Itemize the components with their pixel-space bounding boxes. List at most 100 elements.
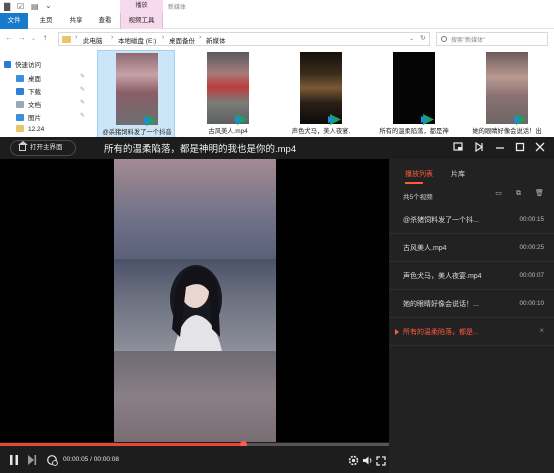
- back-arrow-icon[interactable]: ←: [5, 33, 13, 42]
- playlist-count: 共5个视频: [403, 194, 433, 201]
- playlist-item[interactable]: @杀猪饲料发了一个抖... 00:00:15: [389, 206, 554, 234]
- picture-icon: [16, 114, 24, 121]
- star-icon: [4, 61, 11, 68]
- search-icon: [441, 36, 447, 42]
- desktop-icon: [16, 75, 24, 82]
- playlist-item[interactable]: 她的眼睛好像会说话！... 00:00:10: [389, 290, 554, 318]
- properties-icon[interactable]: ☑: [17, 2, 24, 11]
- portrait-figure: [170, 265, 222, 351]
- playlist-item-name: 古风美人.mp4: [403, 245, 447, 252]
- tab-file[interactable]: 文件: [0, 13, 28, 29]
- playlist-item-current[interactable]: 所有的温柔陷落，都是... ×: [389, 318, 554, 346]
- breadcrumb-this-pc[interactable]: 此电脑: [83, 35, 103, 45]
- maximize-icon[interactable]: [515, 142, 525, 152]
- file-item[interactable]: 她的眼睛好像会说话！出: [468, 50, 546, 140]
- volume-icon[interactable]: [362, 455, 373, 466]
- playlist-item[interactable]: 古风美人.mp4 00:00:25: [389, 234, 554, 262]
- playlist-item-duration: 00:00:25: [519, 244, 544, 251]
- folder-icon: [62, 36, 71, 43]
- forward-arrow-icon[interactable]: →: [18, 33, 26, 42]
- fullscreen-icon[interactable]: [376, 456, 386, 466]
- playlist-item-name: @杀猪饲料发了一个抖...: [403, 217, 479, 224]
- file-item[interactable]: 古风美人.mp4: [189, 50, 267, 140]
- nav-folder-1224[interactable]: 12.24: [16, 125, 44, 133]
- playlist-item-name: 她的眼睛好像会说话！...: [403, 301, 479, 308]
- tab-video-tools[interactable]: 视频工具: [120, 13, 163, 29]
- media-player-icon: [328, 114, 341, 125]
- breadcrumb-desktop-backup[interactable]: 桌面备份: [169, 35, 195, 45]
- pin-icon[interactable]: ✎: [80, 99, 85, 106]
- file-name: 所有的温柔陷落，都是神: [379, 128, 449, 135]
- remove-item-icon[interactable]: ×: [539, 326, 544, 335]
- next-track-icon[interactable]: [27, 454, 37, 466]
- playlist-item[interactable]: 声色犬马，美人夜宴.mp4 00:00:07: [389, 262, 554, 290]
- folder-icon: ▇: [4, 2, 11, 11]
- video-title: 所有的温柔陷落，都是神明的我也是你的.mp4: [104, 144, 297, 155]
- media-player-icon: [235, 114, 248, 125]
- document-icon: [16, 101, 24, 108]
- video-frame: [114, 159, 276, 442]
- add-file-icon[interactable]: ⧉: [514, 189, 523, 198]
- pin-icon[interactable]: ✎: [80, 86, 85, 93]
- playlist-item-name: 所有的温柔陷落，都是...: [403, 329, 479, 336]
- ribbon: 文件 主页 共享 查看 视频工具: [0, 13, 554, 29]
- nav-pictures[interactable]: 图片: [16, 112, 41, 122]
- playlist-item-duration: 00:00:07: [519, 272, 544, 279]
- navigation-pane: 快速访问 桌面 ✎ 下载 ✎ 文档 ✎ 图片 ✎ 12.24: [0, 50, 94, 140]
- playlist-item-duration: 00:00:10: [519, 300, 544, 307]
- tab-home[interactable]: 主页: [32, 13, 60, 29]
- media-player-icon: [514, 114, 527, 125]
- address-bar[interactable]: › 此电脑 › 本地磁盘 (E:) › 桌面备份 › 新媒体 ⌄ ↻: [58, 32, 430, 46]
- breadcrumb-new-media[interactable]: 新媒体: [206, 35, 226, 45]
- media-player-icon: [144, 115, 157, 126]
- nav-downloads[interactable]: 下载: [16, 86, 41, 96]
- pin-on-top-icon[interactable]: [474, 142, 484, 152]
- search-box[interactable]: 搜索"新媒体": [436, 32, 548, 46]
- file-name: 古风美人.mp4: [208, 128, 248, 135]
- playlist-item-duration: 00:00:15: [519, 216, 544, 223]
- tab-view[interactable]: 查看: [91, 13, 119, 29]
- add-folder-icon[interactable]: ▭: [494, 189, 503, 198]
- video-player-window: 打开主界面 所有的温柔陷落，都是神明的我也是你的.mp4 00:00:05 / …: [0, 137, 554, 473]
- tab-share[interactable]: 共享: [62, 13, 90, 29]
- window-title: 新媒体: [168, 5, 187, 11]
- tab-playlist[interactable]: 播放列表: [405, 169, 433, 179]
- file-explorer-window: ▇ ☑ ▤ ⌄ 播放 新媒体 文件 主页 共享 查看 视频工具 ← → ⌄ ↑ …: [0, 0, 554, 140]
- close-icon[interactable]: [535, 142, 545, 152]
- loop-mode-icon[interactable]: [46, 454, 58, 466]
- now-playing-icon: [395, 329, 399, 335]
- file-name: @杀猪饲料发了一个抖音: [102, 129, 172, 136]
- pin-icon[interactable]: ✎: [80, 73, 85, 80]
- address-row: ← → ⌄ ↑ › 此电脑 › 本地磁盘 (E:) › 桌面备份 › 新媒体 ⌄…: [0, 30, 554, 48]
- file-name: 她的眼睛好像会说话！出: [472, 128, 542, 135]
- open-main-interface-button[interactable]: 打开主界面: [10, 140, 76, 156]
- nav-quick-access[interactable]: 快速访问: [4, 59, 41, 69]
- file-name: 声色犬马，美人夜宴.: [291, 128, 351, 135]
- breadcrumb-disk-e[interactable]: 本地磁盘 (E:): [118, 35, 156, 45]
- file-item[interactable]: 声色犬马，美人夜宴.: [282, 50, 360, 140]
- active-tab-indicator: [405, 182, 423, 184]
- recent-dropdown-icon[interactable]: ⌄: [31, 35, 36, 42]
- refresh-icon[interactable]: ↻: [420, 34, 426, 42]
- nav-desktop[interactable]: 桌面: [16, 73, 41, 83]
- playlist-panel: 播放列表 片库 共5个视频 ▭ ⧉ 🗑 @杀猪饲料发了一个抖... 00:00:…: [389, 159, 554, 473]
- delete-icon[interactable]: 🗑: [535, 189, 544, 198]
- minimize-icon[interactable]: [495, 142, 505, 152]
- pause-icon[interactable]: [9, 454, 19, 466]
- nav-documents[interactable]: 文档: [16, 99, 41, 109]
- up-arrow-icon[interactable]: ↑: [43, 33, 47, 42]
- settings-gear-icon[interactable]: [348, 455, 359, 466]
- customize-toolbar-icon[interactable]: ⌄: [45, 1, 52, 10]
- new-folder-icon[interactable]: ▤: [31, 2, 39, 11]
- tab-library[interactable]: 片库: [451, 169, 465, 179]
- file-item[interactable]: @杀猪饲料发了一个抖音: [97, 50, 175, 140]
- video-image: [114, 259, 276, 351]
- context-tab-header: 播放: [120, 0, 163, 13]
- time-display: 00:00:05 / 00:00:08: [63, 456, 120, 463]
- mini-window-icon[interactable]: [453, 142, 463, 152]
- pin-icon[interactable]: ✎: [80, 112, 85, 119]
- search-placeholder: 搜索"新媒体": [451, 38, 486, 44]
- address-dropdown-icon[interactable]: ⌄: [409, 35, 414, 42]
- file-item[interactable]: 所有的温柔陷落，都是神: [375, 50, 453, 140]
- video-canvas[interactable]: [0, 159, 389, 442]
